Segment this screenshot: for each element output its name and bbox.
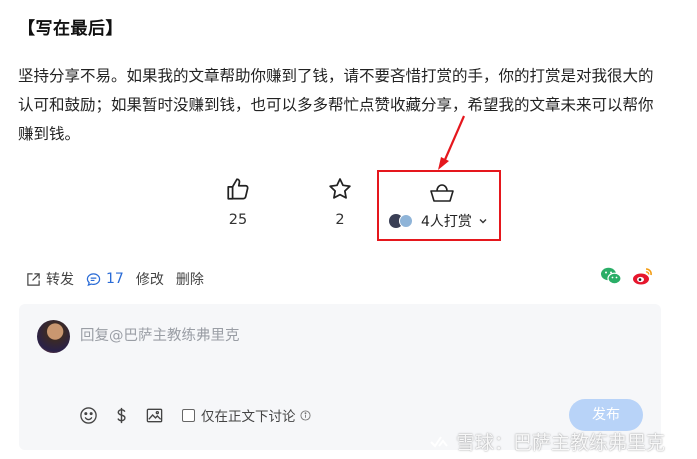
- emoji-button[interactable]: [79, 406, 98, 425]
- reward-count-label: 4人打赏: [421, 214, 472, 230]
- article-paragraph: 坚持分享不易。如果我的文章帮助你赚到了钱，请不要吝惜打赏的手，你的打赏是对我很大…: [18, 67, 654, 143]
- comment-icon: [86, 272, 101, 286]
- like-count: 25: [228, 212, 248, 228]
- snowball-logo-icon: [430, 435, 448, 448]
- favorite-button[interactable]: 2: [295, 172, 385, 228]
- image-icon: [146, 408, 163, 422]
- reward-basket-icon: [430, 184, 454, 202]
- discuss-in-post-label: 仅在正文下讨论: [201, 409, 296, 425]
- post-meta-row: 转发 17 修改 删除: [26, 268, 216, 290]
- article-heading: 【写在最后】: [18, 19, 123, 39]
- stock-button[interactable]: [112, 406, 131, 425]
- edit-label: 修改: [135, 272, 164, 288]
- info-icon[interactable]: [299, 409, 311, 421]
- action-bar: 25 2: [0, 172, 697, 242]
- share-icons: [600, 266, 664, 286]
- thumbs-up-icon: [227, 178, 249, 200]
- avatar: [37, 320, 70, 353]
- delete-button[interactable]: 删除: [176, 269, 204, 289]
- edit-button[interactable]: 修改: [136, 269, 164, 289]
- publish-button[interactable]: 发布: [569, 399, 643, 431]
- discuss-in-post-checkbox[interactable]: [182, 408, 195, 422]
- image-button[interactable]: [145, 406, 164, 425]
- emoji-icon: [80, 406, 97, 424]
- repost-label: 转发: [46, 272, 74, 288]
- reward-button[interactable]: 4人打赏: [377, 170, 501, 241]
- annotation-arrow: [438, 115, 466, 170]
- dollar-icon: [117, 407, 126, 423]
- star-icon: [329, 178, 351, 199]
- favorite-count: 2: [335, 212, 345, 228]
- wechat-icon[interactable]: [600, 266, 622, 286]
- delete-label: 删除: [175, 272, 204, 288]
- weibo-icon[interactable]: [632, 266, 654, 286]
- reward-summary[interactable]: 4人打赏: [389, 211, 488, 231]
- chevron-down-icon: [479, 219, 487, 224]
- comment-count: 17: [106, 271, 124, 287]
- watermark: 雪球：巴萨主教练弗里克: [428, 428, 665, 455]
- reply-toolbar: 仅在正文下讨论: [79, 404, 311, 426]
- comment-button[interactable]: 17: [86, 271, 124, 287]
- like-button[interactable]: 25: [193, 172, 283, 228]
- repost-icon: [27, 272, 40, 286]
- rewarder-avatar: [399, 214, 413, 228]
- reply-input[interactable]: 回复@巴萨主教练弗里克: [80, 324, 240, 345]
- watermark-text: 雪球：巴萨主教练弗里克: [456, 432, 666, 454]
- repost-button[interactable]: 转发: [26, 269, 74, 289]
